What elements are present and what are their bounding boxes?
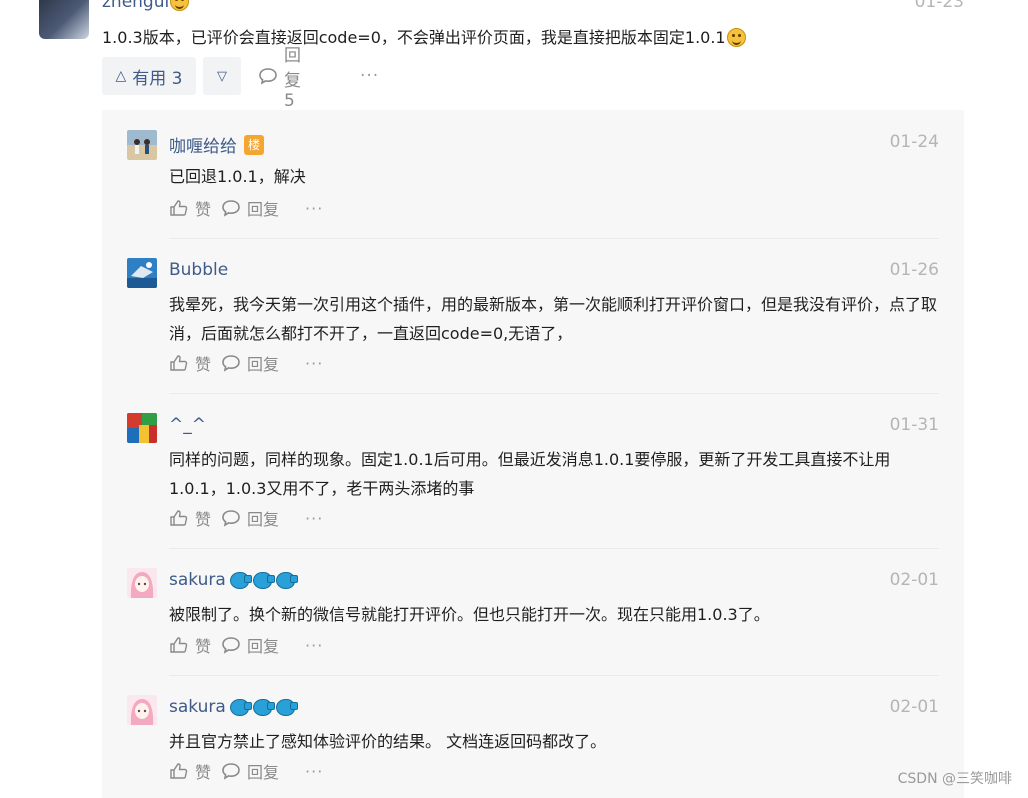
- reply-label: 回复: [247, 355, 280, 374]
- thumbs-up-icon: [169, 762, 189, 780]
- reply-text: 被限制了。换个新的微信号就能打开评价。但也只能打开一次。现在只能用1.0.3了。: [169, 605, 770, 624]
- author-name[interactable]: sakura: [169, 570, 226, 590]
- like-button[interactable]: 赞: [169, 351, 211, 375]
- like-label: 赞: [195, 637, 212, 656]
- top-comment: zhengui 01-23 1.0.3版本，已评价会直接返回code=0，不会弹…: [0, 0, 1028, 111]
- comment-bubble-icon: [221, 354, 241, 372]
- reply-item: sakura 02-01 并且官方禁止了感知体验评价的结果。 文档连返回码都改了…: [102, 675, 964, 798]
- comment-bubble-icon: [258, 67, 278, 85]
- reply-button[interactable]: 回复: [221, 196, 279, 220]
- replies-panel: 咖喱给给 楼 01-24 已回退1.0.1，解决 赞 回复 ··· Bubble…: [102, 110, 964, 798]
- reply-text: 已回退1.0.1，解决: [169, 167, 306, 186]
- comment-author[interactable]: zhengui: [102, 0, 190, 12]
- author-name[interactable]: Bubble: [169, 260, 228, 280]
- like-label: 赞: [195, 355, 212, 374]
- reply-text: 我晕死，我今天第一次引用这个插件，用的最新版本，第一次能顺利打开评价窗口，但是我…: [169, 295, 938, 343]
- colorful-blocks-avatar[interactable]: [127, 413, 157, 443]
- more-options-button[interactable]: ···: [305, 762, 323, 781]
- reply-button[interactable]: 回复: [221, 506, 279, 530]
- reply-author[interactable]: ^_^: [169, 415, 206, 435]
- grin-emoji-icon: [726, 28, 746, 47]
- reply-date: 02-01: [889, 570, 939, 590]
- like-button[interactable]: 赞: [169, 196, 211, 220]
- grin-emoji-icon: [170, 0, 190, 11]
- floor-owner-badge: 楼: [244, 134, 264, 155]
- thumbs-up-icon: [169, 636, 189, 654]
- author-name[interactable]: sakura: [169, 697, 226, 717]
- reply-label: 回复: [247, 510, 280, 529]
- like-button[interactable]: 赞: [169, 506, 211, 530]
- more-options-button[interactable]: ···: [305, 509, 323, 528]
- reply-button[interactable]: 回复: [221, 633, 279, 657]
- reply-author[interactable]: sakura: [169, 570, 298, 590]
- upvote-icon: △: [115, 68, 127, 84]
- author-name[interactable]: 咖喱给给: [169, 132, 237, 157]
- reply-text: 并且官方禁止了感知体验评价的结果。 文档连返回码都改了。: [169, 732, 607, 751]
- downvote-button[interactable]: ▽: [203, 57, 241, 95]
- comment-bubble-icon: [221, 199, 241, 217]
- whale-emoji-icon: [275, 571, 298, 589]
- more-options-button[interactable]: ···: [360, 57, 379, 95]
- comment-text: 1.0.3版本，已评价会直接返回code=0，不会弹出评价页面，我是直接把版本固…: [102, 24, 746, 48]
- reply-label: 回复: [247, 200, 280, 219]
- reply-actions: 赞 回复 ···: [169, 505, 323, 531]
- reply-item: ^_^ 01-31 同样的问题，同样的现象。固定1.0.1后可用。但最近发消息1…: [102, 393, 964, 549]
- reply-item: Bubble 01-26 我晕死，我今天第一次引用这个插件，用的最新版本，第一次…: [102, 238, 964, 394]
- reply-count-label: 回复 5: [284, 46, 301, 111]
- author-name[interactable]: zhengui: [102, 0, 169, 12]
- downvote-icon: ▽: [217, 68, 227, 84]
- like-label: 赞: [195, 763, 212, 782]
- reply-label: 回复: [247, 763, 280, 782]
- reply-author[interactable]: Bubble: [169, 260, 228, 280]
- more-options-button[interactable]: ···: [305, 354, 323, 373]
- reply-date: 02-01: [889, 697, 939, 717]
- reply-item: 咖喱给给 楼 01-24 已回退1.0.1，解决 赞 回复 ···: [102, 110, 964, 239]
- like-button[interactable]: 赞: [169, 759, 211, 783]
- reply-author[interactable]: sakura: [169, 697, 298, 717]
- reply-actions: 赞 回复 ···: [169, 350, 323, 376]
- reply-author[interactable]: 咖喱给给 楼: [169, 132, 264, 157]
- whale-emoji-icon: [252, 571, 275, 589]
- reply-actions: 赞 回复 ···: [169, 195, 323, 221]
- sky-avatar[interactable]: [127, 258, 157, 288]
- comment-bubble-icon: [221, 762, 241, 780]
- useful-label: 有用 3: [132, 68, 183, 89]
- anime-girl-avatar[interactable]: [127, 695, 157, 725]
- whale-emoji-icon: [252, 698, 275, 716]
- thumbs-up-icon: [169, 199, 189, 217]
- useful-button[interactable]: △ 有用 3: [102, 57, 196, 95]
- reply-date: 01-31: [889, 415, 939, 435]
- like-button[interactable]: 赞: [169, 633, 211, 657]
- whale-emoji-icon: [229, 698, 252, 716]
- beach-photo-avatar[interactable]: [127, 130, 157, 160]
- reply-item: sakura 02-01 被限制了。换个新的微信号就能打开评价。但也只能打开一次…: [102, 548, 964, 676]
- whale-emoji-icon: [275, 698, 298, 716]
- reply-date: 01-26: [889, 260, 939, 280]
- more-options-button[interactable]: ···: [305, 636, 323, 655]
- anime-girl-avatar[interactable]: [127, 568, 157, 598]
- whale-emoji-icon: [229, 571, 252, 589]
- comment-bubble-icon: [221, 636, 241, 654]
- reply-button[interactable]: 回复 5: [258, 46, 301, 111]
- thumbs-up-icon: [169, 354, 189, 372]
- more-options-button[interactable]: ···: [305, 199, 323, 218]
- comment-bubble-icon: [221, 509, 241, 527]
- reply-label: 回复: [247, 637, 280, 656]
- comment-date: 01-23: [914, 0, 964, 12]
- reply-date: 01-24: [889, 132, 939, 152]
- comment-body: 1.0.3版本，已评价会直接返回code=0，不会弹出评价页面，我是直接把版本固…: [102, 28, 726, 47]
- user-avatar[interactable]: [39, 0, 89, 39]
- like-label: 赞: [195, 510, 212, 529]
- thumbs-up-icon: [169, 509, 189, 527]
- reply-text: 同样的问题，同样的现象。固定1.0.1后可用。但最近发消息1.0.1要停服，更新…: [169, 450, 891, 498]
- reply-actions: 赞 回复 ···: [169, 758, 323, 784]
- like-label: 赞: [195, 200, 212, 219]
- reply-button[interactable]: 回复: [221, 351, 279, 375]
- reply-actions: 赞 回复 ···: [169, 632, 323, 658]
- watermark: CSDN @三笑咖啡: [897, 771, 1012, 787]
- author-name[interactable]: ^_^: [169, 415, 206, 435]
- reply-button[interactable]: 回复: [221, 759, 279, 783]
